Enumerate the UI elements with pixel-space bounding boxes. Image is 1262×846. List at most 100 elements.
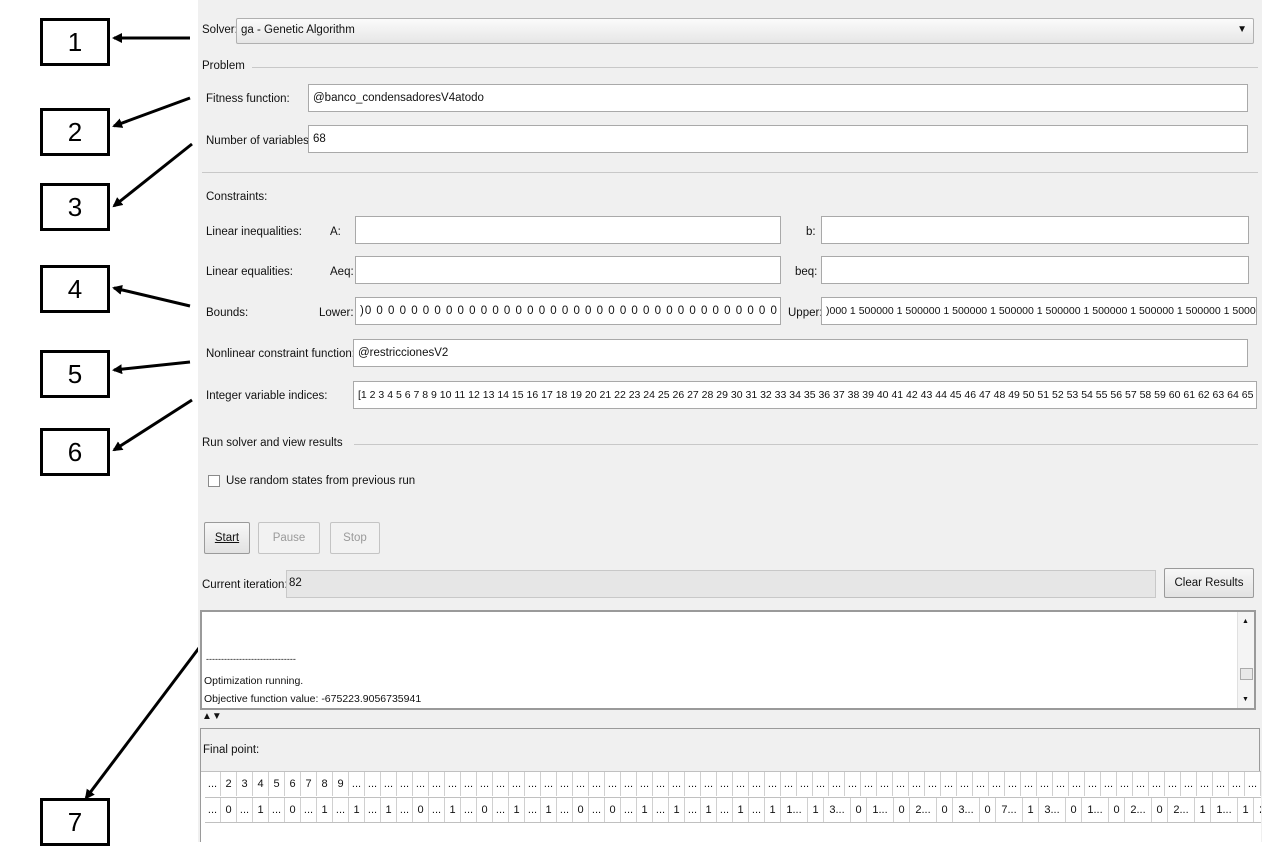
final-point-column-header: ... <box>1085 772 1101 796</box>
final-point-column-header: ... <box>1053 772 1069 796</box>
aeq-field[interactable] <box>355 256 781 284</box>
number-of-variables-label: Number of variables: <box>206 135 313 147</box>
final-point-column-header: ... <box>749 772 765 796</box>
final-point-column-header: ... <box>989 772 1005 796</box>
final-point-value-cell: 1 <box>541 798 557 822</box>
a-field[interactable] <box>355 216 781 244</box>
final-point-value-cell: 0 <box>1152 798 1168 822</box>
scroll-thumb[interactable] <box>1240 668 1253 680</box>
final-point-value-cell: ... <box>269 798 285 822</box>
chevron-down-icon: ▼ <box>1237 24 1247 35</box>
output-log-area[interactable]: ------------------------------ Optimizat… <box>200 610 1256 710</box>
final-point-column-header: ... <box>1005 772 1021 796</box>
final-point-column-header: ... <box>813 772 829 796</box>
linear-equalities-label: Linear equalities: <box>206 266 293 278</box>
integer-variable-indices-field[interactable]: [1 2 3 4 5 6 7 8 9 10 11 12 13 14 15 16 … <box>353 381 1257 409</box>
final-point-value-cell: 3... <box>1039 798 1066 822</box>
upper-bounds-field[interactable]: )000 1 500000 1 500000 1 500000 1 500000… <box>821 297 1257 325</box>
final-point-value-cell: ... <box>589 798 605 822</box>
final-point-table: ... 2 3 4 5 6 7 8 9.............................… <box>201 771 1261 844</box>
final-point-column-header: ... <box>605 772 621 796</box>
final-point-column-header: 7 <box>301 772 317 796</box>
final-point-value-cell: 7... <box>996 798 1023 822</box>
arrow-3 <box>112 142 193 208</box>
beq-label: beq: <box>795 266 818 278</box>
final-point-value-cell: 1 <box>509 798 525 822</box>
solver-dropdown[interactable]: ga - Genetic Algorithm ▼ <box>236 18 1254 44</box>
final-point-column-header: ... <box>1101 772 1117 796</box>
final-point-column-header: ... <box>509 772 525 796</box>
current-iteration-value: 82 <box>289 577 302 589</box>
final-point-column-header: ... <box>685 772 701 796</box>
final-point-column-header: ... <box>525 772 541 796</box>
final-point-value-cell: ... <box>749 798 765 822</box>
final-point-value-cell: 1... <box>1211 798 1238 822</box>
a-label: A: <box>330 226 341 238</box>
lower-bounds-field[interactable]: )0 0 0 0 0 0 0 0 0 0 0 0 0 0 0 0 0 0 0 0… <box>355 297 781 325</box>
final-point-value-cell: 0 <box>980 798 996 822</box>
arrow-6 <box>112 398 193 452</box>
final-point-column-header: ... <box>365 772 381 796</box>
final-point-column-header: ... <box>765 772 781 796</box>
final-point-column-header: 9 <box>333 772 349 796</box>
final-point-column-header: ... <box>1213 772 1229 796</box>
final-point-value-cell: 1 <box>317 798 333 822</box>
final-point-column-header: ... <box>1229 772 1245 796</box>
current-iteration-label: Current iteration: <box>202 579 288 591</box>
final-point-value-cell: ... <box>493 798 509 822</box>
final-point-value-cell: ... <box>685 798 701 822</box>
final-point-value-cell: 1 <box>733 798 749 822</box>
final-point-column-header: ... <box>653 772 669 796</box>
splitter-handle-icon[interactable]: ▲▼ <box>202 711 222 723</box>
start-button[interactable]: Start <box>204 522 250 554</box>
final-point-value-cell: 1 <box>637 798 653 822</box>
linear-inequalities-label: Linear inequalities: <box>206 226 302 238</box>
final-point-value-cell: 1 <box>349 798 365 822</box>
b-field[interactable] <box>821 216 1249 244</box>
scroll-up-icon[interactable]: ▲ <box>1242 618 1249 625</box>
log-scrollbar[interactable]: ▲ ▼ <box>1237 612 1254 708</box>
final-point-value-cell: 0 <box>1109 798 1125 822</box>
arrow-5 <box>112 360 191 375</box>
final-point-value-cell: ... <box>653 798 669 822</box>
final-point-column-header: 5 <box>269 772 285 796</box>
final-point-value-cell: ... <box>525 798 541 822</box>
final-point-value-cell: 1 <box>1238 798 1254 822</box>
final-point-column-header: ... <box>493 772 509 796</box>
final-point-value-cell: ... <box>429 798 445 822</box>
random-states-checkbox[interactable] <box>208 475 220 487</box>
stop-button[interactable]: Stop <box>330 522 380 554</box>
final-point-value-cell: 1 <box>669 798 685 822</box>
final-point-column-header: ... <box>733 772 749 796</box>
final-point-value-cell: 1 <box>701 798 717 822</box>
final-point-column-header: ... <box>477 772 493 796</box>
nonlinear-constraint-field[interactable]: @restriccionesV2 <box>353 339 1248 367</box>
pause-button[interactable]: Pause <box>258 522 320 554</box>
constraints-title: Constraints: <box>206 191 268 203</box>
final-point-values-row: ... 0... 1... 0... 1... 1... 1... 0... 1... 0... 1… <box>205 797 1261 823</box>
final-point-column-header: ... <box>701 772 717 796</box>
clear-results-button[interactable]: Clear Results <box>1164 568 1254 598</box>
final-point-value-cell: 0 <box>413 798 429 822</box>
final-point-column-header: ... <box>797 772 813 796</box>
final-point-column-header: ... <box>1165 772 1181 796</box>
final-point-value-cell: ... <box>301 798 317 822</box>
final-point-value-cell: 0 <box>851 798 867 822</box>
final-point-value-cell: ... <box>397 798 413 822</box>
scroll-down-icon[interactable]: ▼ <box>1242 696 1249 703</box>
final-point-value-cell: 1... <box>781 798 808 822</box>
run-divider <box>354 444 1258 445</box>
final-point-column-header: ... <box>381 772 397 796</box>
final-point-column-header: ... <box>573 772 589 796</box>
beq-field[interactable] <box>821 256 1249 284</box>
final-point-value-cell: 0 <box>573 798 589 822</box>
b-label: b: <box>806 226 816 238</box>
final-point-value-cell: ... <box>237 798 253 822</box>
final-point-value-cell: 3... <box>953 798 980 822</box>
integer-variable-indices-label: Integer variable indices: <box>206 390 328 402</box>
fitness-function-field[interactable]: @banco_condensadoresV4atodo <box>308 84 1248 112</box>
final-point-column-header: 8 <box>317 772 333 796</box>
run-section-title: Run solver and view results <box>202 437 343 449</box>
number-of-variables-field[interactable]: 68 <box>308 125 1248 153</box>
final-point-panel: Final point: ... 2 3 4 5 6 7 8 9................… <box>200 728 1261 844</box>
